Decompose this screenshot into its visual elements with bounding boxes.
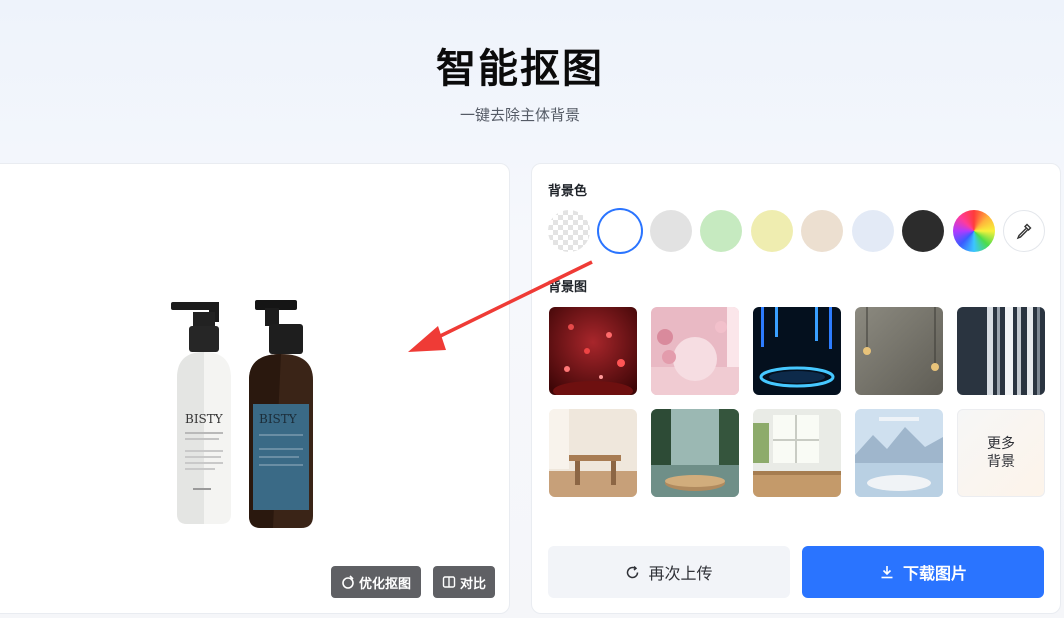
color-swatch-black[interactable] xyxy=(902,210,944,252)
reupload-button[interactable]: 再次上传 xyxy=(548,546,790,598)
bg-thumb-mountain-lake[interactable] xyxy=(855,409,943,497)
download-button[interactable]: 下载图片 xyxy=(802,546,1044,598)
preview-panel: BISTY BISTY 优化抠图 对比 xyxy=(0,163,510,614)
bg-thumb-red-hearts[interactable] xyxy=(549,307,637,395)
color-swatch-lightblue[interactable] xyxy=(852,210,894,252)
color-swatch-custom[interactable] xyxy=(953,210,995,252)
color-swatch-green[interactable] xyxy=(700,210,742,252)
page-title: 智能抠图 xyxy=(436,46,604,92)
compare-label: 对比 xyxy=(459,576,486,592)
bg-thumb-stage-lights[interactable] xyxy=(753,307,841,395)
refresh-icon xyxy=(627,565,639,578)
product-image: BISTY BISTY xyxy=(171,300,313,528)
download-icon xyxy=(881,566,893,579)
more-backgrounds-button[interactable]: 更多 背景 xyxy=(957,409,1045,497)
settings-panel: 背景色 背景图 更多 背景 再次上传 下载图片 xyxy=(531,163,1061,614)
color-swatch-gray[interactable] xyxy=(650,210,692,252)
product-brand-text-2: BISTY xyxy=(259,412,298,426)
eyedropper-icon xyxy=(1016,223,1032,240)
more-backgrounds-line2: 背景 xyxy=(987,454,1015,470)
color-swatch-transparent[interactable] xyxy=(548,210,590,252)
color-swatch-beige[interactable] xyxy=(801,210,843,252)
bg-thumb-pink-flowers[interactable] xyxy=(651,307,739,395)
bg-image-label: 背景图 xyxy=(548,280,588,295)
bg-color-label: 背景色 xyxy=(548,184,588,199)
bg-thumb-bright-window[interactable] xyxy=(753,409,841,497)
download-label: 下载图片 xyxy=(902,564,967,583)
refine-cutout-button[interactable]: 优化抠图 xyxy=(331,566,421,598)
bg-thumb-forest-mist[interactable] xyxy=(651,409,739,497)
color-swatch-yellow[interactable] xyxy=(751,210,793,252)
page-subtitle: 一键去除主体背景 xyxy=(459,106,580,124)
compare-icon xyxy=(442,576,456,588)
eyedropper-button[interactable] xyxy=(1003,210,1045,252)
bg-thumb-wooden-table[interactable] xyxy=(549,409,637,497)
color-swatch-white[interactable] xyxy=(599,210,641,252)
product-brand-text: BISTY xyxy=(185,412,224,426)
bg-thumb-metal-stripes[interactable] xyxy=(957,307,1045,395)
more-backgrounds-line1: 更多 xyxy=(987,436,1015,452)
magic-icon xyxy=(342,575,354,589)
reupload-label: 再次上传 xyxy=(648,564,713,583)
bg-thumb-gray-wall[interactable] xyxy=(855,307,943,395)
refine-cutout-label: 优化抠图 xyxy=(358,576,411,592)
compare-button[interactable]: 对比 xyxy=(433,566,495,598)
